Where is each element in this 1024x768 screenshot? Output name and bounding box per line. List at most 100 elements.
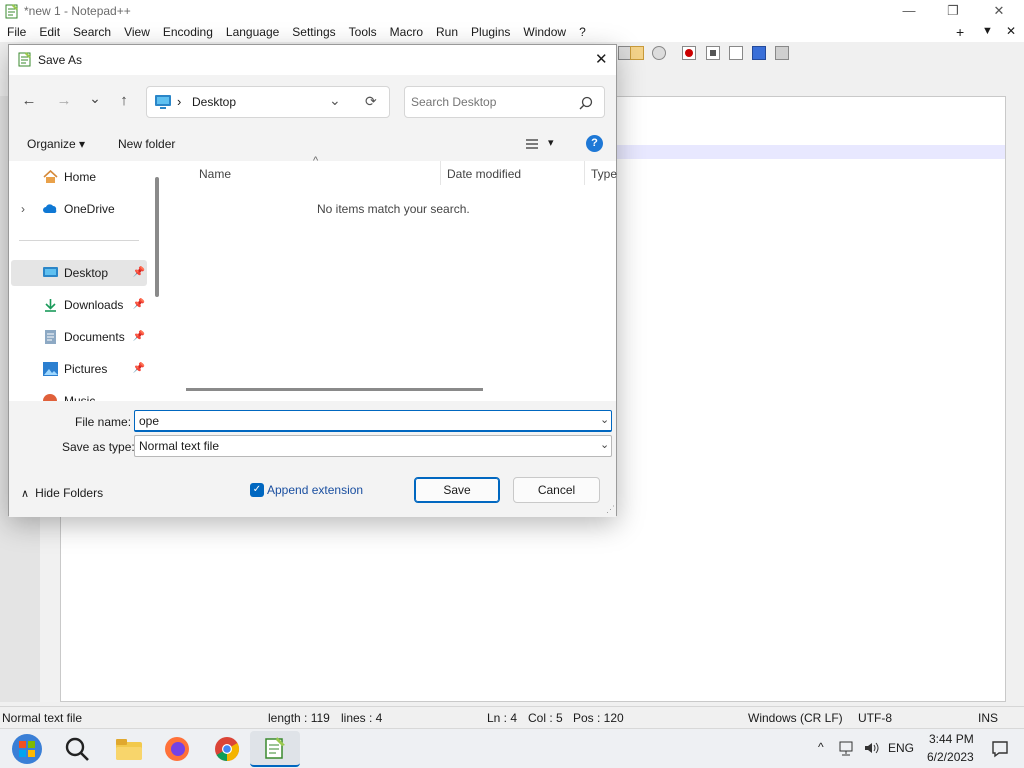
hide-folders-button[interactable]: ∧ Hide Folders [21,486,103,500]
nav-item-label: OneDrive [64,202,115,216]
nav-item-downloads[interactable]: Downloads 📌 [11,292,147,318]
menu-window[interactable]: Window [516,22,572,39]
notification-icon[interactable] [990,739,1010,759]
resize-grip-icon[interactable]: ⋰ [606,504,615,515]
clock-time[interactable]: 3:44 PM [929,732,974,746]
search-icon[interactable] [64,736,90,762]
menu-encoding[interactable]: Encoding [156,22,219,39]
menu-view[interactable]: View [117,22,156,39]
save-as-dialog: Save As ✕ ← → ⌄ ↑ › Desktop ⌄ ⟳ Organize… [8,44,617,517]
new-folder-button[interactable]: New folder [118,137,175,151]
minimize-button[interactable]: — [886,0,932,22]
expand-chevron-icon[interactable]: › [21,196,25,222]
file-name-label: File name: [75,415,132,429]
menu-macro[interactable]: Macro [383,22,429,39]
horizontal-scrollbar[interactable] [186,388,483,391]
chrome-icon[interactable] [214,736,240,762]
column-type[interactable]: Type [591,167,617,181]
view-options-caret-icon[interactable]: ▾ [548,136,554,149]
app-titlebar: *new 1 - Notepad++ — ❐ ✕ [0,0,1024,22]
vertical-scrollbar[interactable] [1006,96,1024,702]
menu-edit[interactable]: Edit [32,22,66,39]
stop-macro-icon[interactable] [706,46,720,60]
status-encoding[interactable]: UTF-8 [858,711,892,725]
nav-item-onedrive[interactable]: › OneDrive [11,196,147,222]
pin-icon[interactable]: 📌 [133,292,145,318]
menu-search[interactable]: Search [66,22,117,39]
address-separator[interactable]: › [177,94,181,109]
file-name-input[interactable]: ope [139,414,159,428]
save-button[interactable]: Save [414,477,500,503]
menu-plugins[interactable]: Plugins [464,22,516,39]
maximize-button[interactable]: ❐ [930,0,976,22]
search-icon[interactable] [579,96,593,110]
chevron-down-icon[interactable]: ⌄ [600,413,609,426]
append-extension-checkbox[interactable]: ✓ [250,483,264,497]
language-indicator[interactable]: ENG [888,741,914,755]
nav-item-documents[interactable]: Documents 📌 [11,324,147,350]
play-macro-icon[interactable] [729,46,743,60]
column-divider[interactable] [584,161,585,185]
clock-date[interactable]: 6/2/2023 [927,750,974,764]
desktop-location-icon [155,95,171,109]
cancel-button[interactable]: Cancel [513,477,600,503]
search-input[interactable] [411,92,571,112]
menu-file[interactable]: File [0,22,32,39]
nav-item-music[interactable]: Music [11,388,147,401]
file-explorer-icon[interactable] [115,736,143,762]
address-history-chevron[interactable]: ⌄ [329,92,341,109]
menu-run[interactable]: Run [429,22,464,39]
close-button[interactable]: ✕ [976,0,1022,22]
tray-overflow-icon[interactable]: ^ [818,740,824,754]
column-date-modified[interactable]: Date modified [447,167,521,181]
menu-settings[interactable]: Settings [285,22,341,39]
close-tab-button[interactable]: ✕ [1006,24,1016,38]
notepad-taskbar-button[interactable] [250,731,300,767]
file-list: ^ Name Date modified Type No items match… [164,155,617,401]
organize-button[interactable]: Organize ▾ [27,137,85,151]
nav-scrollbar[interactable] [155,177,159,297]
up-button[interactable]: ↑ [114,91,134,111]
nav-item-desktop[interactable]: Desktop 📌 [11,260,147,286]
run-multiple-icon[interactable] [752,46,766,60]
address-bar[interactable]: › Desktop ⌄ ⟳ [146,86,390,118]
status-eol[interactable]: Windows (CR LF) [748,711,843,725]
menu-tools[interactable]: Tools [342,22,383,39]
view-options-icon[interactable] [525,138,539,150]
save-type-select[interactable]: Normal text file ⌄ [134,435,612,457]
append-extension-label[interactable]: Append extension [267,483,363,497]
volume-icon[interactable] [862,739,880,757]
folder-icon[interactable] [630,46,644,60]
back-button[interactable]: ← [19,91,39,111]
save-macro-icon[interactable] [775,46,789,60]
pin-icon[interactable]: 📌 [133,260,145,286]
start-icon[interactable] [10,733,44,765]
document-map-icon[interactable] [652,46,666,60]
recent-locations-button[interactable]: ⌄ [85,88,105,108]
network-icon[interactable] [838,739,856,757]
menu-language[interactable]: Language [219,22,285,39]
record-macro-icon[interactable] [682,46,696,60]
help-icon[interactable]: ? [586,135,603,152]
column-divider[interactable] [440,161,441,185]
file-name-combobox[interactable]: ope ⌄ [134,410,612,432]
refresh-button[interactable]: ⟳ [365,93,377,110]
home-icon [43,170,58,183]
download-icon [45,299,56,312]
nav-item-home[interactable]: Home [11,164,147,190]
address-location[interactable]: Desktop [192,95,236,109]
nav-item-pictures[interactable]: Pictures 📌 [11,356,147,382]
menu-help[interactable]: ? [572,22,592,39]
pin-icon[interactable]: 📌 [133,324,145,350]
pin-icon[interactable]: 📌 [133,356,145,382]
chevron-down-icon[interactable]: ⌄ [600,438,609,451]
column-name[interactable]: Name [199,167,231,181]
new-tab-button[interactable]: + [956,24,964,40]
save-type-label: Save as type: [62,440,135,454]
firefox-icon[interactable] [164,736,190,762]
tab-list-button[interactable]: ▼ [982,25,993,37]
taskbar: ^ ENG 3:44 PM 6/2/2023 [0,728,1024,768]
forward-button[interactable]: → [54,91,74,111]
dialog-close-button[interactable]: ✕ [595,50,608,68]
search-box[interactable] [404,86,605,118]
